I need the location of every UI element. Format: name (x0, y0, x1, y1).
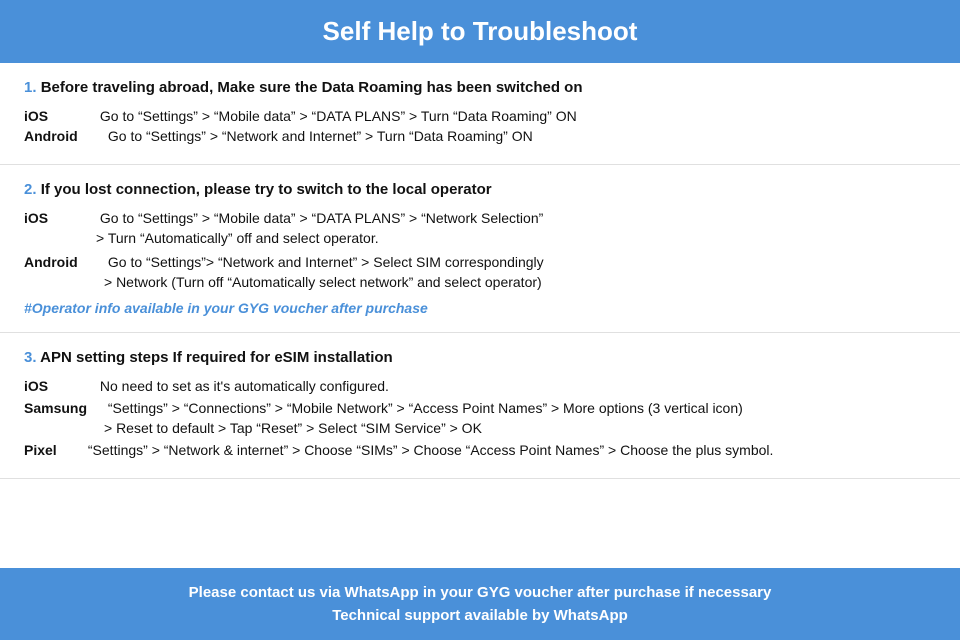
section-1-text: Before traveling abroad, Make sure the D… (41, 79, 583, 96)
ios-text-2a: Go to “Settings” > “Mobile data” > “DATA… (100, 210, 543, 226)
footer-line1: Please contact us via WhatsApp in your G… (20, 584, 940, 601)
section-3-samsung-line1: Samsung “Settings” > “Connections” > “Mo… (24, 400, 936, 416)
section-2-note: #Operator info available in your GYG vou… (24, 300, 936, 316)
section-3-ios-line: iOS No need to set as it's automatically… (24, 378, 936, 394)
ios-text-1: Go to “Settings” > “Mobile data” > “DATA… (100, 108, 577, 124)
ios-label-2: iOS (24, 210, 96, 226)
samsung-text-b: > Reset to default > Tap “Reset” > Selec… (104, 420, 482, 436)
page-footer: Please contact us via WhatsApp in your G… (0, 568, 960, 640)
section-3: 3. APN setting steps If required for eSI… (0, 333, 960, 479)
android-text-2a: Go to “Settings”> “Network and Internet”… (108, 254, 544, 270)
section-1-number: 1. (24, 79, 37, 96)
pixel-label: Pixel (24, 442, 84, 458)
section-2-android-line2: > Network (Turn off “Automatically selec… (24, 274, 936, 290)
section-2-title: 2. If you lost connection, please try to… (24, 181, 936, 198)
page-title: Self Help to Troubleshoot (20, 16, 940, 47)
android-label-1: Android (24, 128, 104, 144)
section-2-ios-line2: > Turn “Automatically” off and select op… (24, 230, 936, 246)
ios-text-2b: > Turn “Automatically” off and select op… (96, 230, 379, 246)
section-2-number: 2. (24, 181, 37, 198)
section-2: 2. If you lost connection, please try to… (0, 165, 960, 333)
section-1-title: 1. Before traveling abroad, Make sure th… (24, 79, 936, 96)
section-3-pixel-line: Pixel “Settings” > “Network & internet” … (24, 442, 936, 458)
section-2-text: If you lost connection, please try to sw… (41, 181, 492, 198)
android-text-2b: > Network (Turn off “Automatically selec… (104, 274, 542, 290)
ios-text-3: No need to set as it's automatically con… (100, 378, 389, 394)
section-3-text: APN setting steps If required for eSIM i… (40, 349, 393, 366)
footer-line2: Technical support available by WhatsApp (20, 607, 940, 624)
samsung-label: Samsung (24, 400, 104, 416)
samsung-text-a: “Settings” > “Connections” > “Mobile Net… (108, 400, 743, 416)
section-1-ios-line: iOS Go to “Settings” > “Mobile data” > “… (24, 108, 936, 124)
sections-container: 1. Before traveling abroad, Make sure th… (0, 63, 960, 568)
ios-label-1: iOS (24, 108, 96, 124)
section-1-android-line: Android Go to “Settings” > “Network and … (24, 128, 936, 144)
ios-label-3: iOS (24, 378, 96, 394)
section-1: 1. Before traveling abroad, Make sure th… (0, 63, 960, 165)
section-2-ios-line1: iOS Go to “Settings” > “Mobile data” > “… (24, 210, 936, 226)
section-3-title: 3. APN setting steps If required for eSI… (24, 349, 936, 366)
section-2-android-line1: Android Go to “Settings”> “Network and I… (24, 254, 936, 270)
android-label-2: Android (24, 254, 104, 270)
section-3-number: 3. (24, 349, 37, 366)
android-text-1: Go to “Settings” > “Network and Internet… (108, 128, 533, 144)
pixel-text: “Settings” > “Network & internet” > Choo… (88, 442, 774, 458)
page-header: Self Help to Troubleshoot (0, 0, 960, 63)
page-wrapper: Self Help to Troubleshoot 1. Before trav… (0, 0, 960, 640)
section-3-samsung-line2: > Reset to default > Tap “Reset” > Selec… (24, 420, 936, 436)
